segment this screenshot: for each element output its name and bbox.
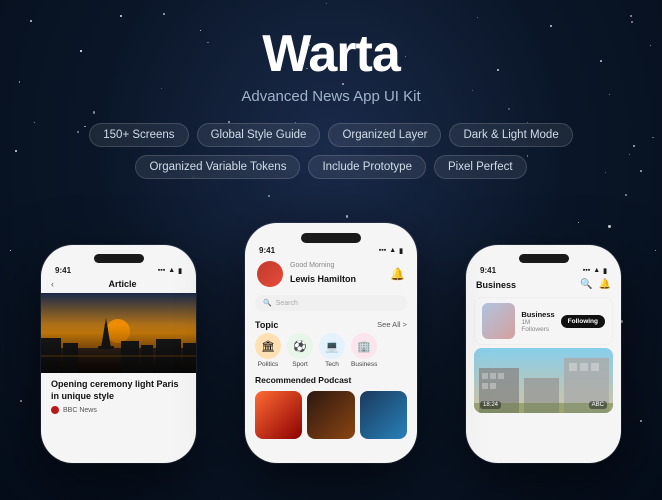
- phone-right: 9:41 ▪▪▪ ▲ ▮ Business 🔍 🔔: [466, 245, 621, 463]
- feature-badge: Organized Layer: [328, 123, 441, 147]
- see-all-link[interactable]: See All >: [377, 320, 407, 330]
- search-right-icon: 🔍: [580, 279, 592, 290]
- status-bar-left: 9:41 ▪▪▪ ▲ ▮: [41, 263, 196, 275]
- dynamic-island-center: [301, 233, 361, 243]
- time-left: 9:41: [55, 266, 71, 275]
- avatar: [257, 261, 283, 287]
- podcast-cards-row: [245, 387, 417, 443]
- phone-left: 9:41 ▪▪▪ ▲ ▮ ‹ Article: [41, 245, 196, 463]
- business-header: Business 🔍 🔔: [466, 275, 621, 294]
- phones-area: 9:41 ▪▪▪ ▲ ▮ ‹ Article: [0, 203, 662, 463]
- feature-badge: Dark & Light Mode: [449, 123, 572, 147]
- avatar-image: [257, 261, 283, 287]
- topic-label-business: Business: [351, 361, 377, 368]
- wifi-icon: ▲: [168, 267, 175, 274]
- signal-right-icon: ▪▪▪: [583, 267, 590, 274]
- topic-label-politics: Politics: [258, 361, 279, 368]
- podcast-card-3: [360, 391, 407, 439]
- time-center: 9:41: [259, 246, 275, 255]
- topic-icons-row: 🏛 Politics ⚽ Sport 💻 Tech 🏢 Business: [245, 333, 417, 373]
- signal-icon: ▪▪▪: [158, 267, 165, 274]
- feature-badge: 150+ Screens: [89, 123, 188, 147]
- article-headline: Opening ceremony light Paris in unique s…: [51, 379, 186, 402]
- article-image-overlay: [41, 293, 196, 373]
- topic-item-tech[interactable]: 💻 Tech: [319, 333, 345, 368]
- battery-right-icon: ▮: [603, 267, 607, 275]
- follow-button[interactable]: Following: [561, 315, 605, 328]
- search-bar[interactable]: 🔍 Search: [255, 295, 407, 311]
- news-source-badge: ABC: [589, 401, 607, 409]
- followers-count: 1M Followers: [521, 319, 554, 333]
- notification-bell-icon: 🔔: [390, 267, 405, 281]
- topic-label-tech: Tech: [325, 361, 339, 368]
- dynamic-island-left: [94, 254, 144, 263]
- search-placeholder: Search: [276, 300, 298, 307]
- business-name-label: Business: [521, 310, 554, 319]
- battery-center-icon: ▮: [399, 247, 403, 255]
- user-name-label: Lewis Hamilton: [290, 274, 356, 284]
- article-caption: Opening ceremony light Paris in unique s…: [41, 373, 196, 418]
- news-timestamp: 18:24: [480, 401, 501, 409]
- article-source: BBC News: [51, 406, 186, 414]
- article-header: ‹ Article: [41, 275, 196, 293]
- battery-icon: ▮: [178, 267, 182, 275]
- phone-right-screen: Business 🔍 🔔 Business 1M Followers Follo…: [466, 275, 621, 461]
- status-icons-center: ▪▪▪ ▲ ▮: [379, 247, 403, 255]
- wifi-center-icon: ▲: [389, 247, 396, 254]
- podcast-card-1: [255, 391, 302, 439]
- topic-label-sport: Sport: [292, 361, 308, 368]
- search-icon: 🔍: [263, 299, 272, 307]
- topic-item-sport[interactable]: ⚽ Sport: [287, 333, 313, 368]
- signal-center-icon: ▪▪▪: [379, 247, 386, 254]
- wifi-right-icon: ▲: [593, 267, 600, 274]
- greeting-section: Good Morning Lewis Hamilton 🔔: [245, 255, 417, 291]
- phone-center: 9:41 ▪▪▪ ▲ ▮ Good Morning Lewis Hamilton: [245, 223, 417, 463]
- article-image: [41, 293, 196, 373]
- feature-badge: Global Style Guide: [197, 123, 321, 147]
- topic-icon-politics: 🏛: [255, 333, 281, 359]
- main-content: Warta Advanced News App UI Kit 150+ Scre…: [0, 0, 662, 463]
- feature-badge: Organized Variable Tokens: [135, 155, 300, 179]
- topic-icon-tech: 💻: [319, 333, 345, 359]
- source-name-label: BBC News: [63, 407, 97, 414]
- topic-label: Topic: [255, 320, 278, 330]
- news-image-right: 18:24 ABC: [474, 348, 613, 413]
- time-right: 9:41: [480, 266, 496, 275]
- back-arrow-icon: ‹: [51, 279, 54, 289]
- topic-header: Topic See All >: [245, 315, 417, 333]
- business-section-label: Business: [476, 280, 516, 290]
- phone-center-screen: Good Morning Lewis Hamilton 🔔 🔍 Search T…: [245, 255, 417, 463]
- bell-right-icon: 🔔: [599, 279, 611, 290]
- feature-badge: Pixel Perfect: [434, 155, 527, 179]
- business-avatar: [482, 303, 515, 339]
- status-bar-right: 9:41 ▪▪▪ ▲ ▮: [466, 263, 621, 275]
- status-icons-right: ▪▪▪ ▲ ▮: [583, 267, 607, 275]
- topic-item-business[interactable]: 🏢 Business: [351, 333, 377, 368]
- dynamic-island-right: [519, 254, 569, 263]
- app-subtitle: Advanced News App UI Kit: [241, 88, 420, 105]
- bbc-logo-dot: [51, 406, 59, 414]
- status-icons-left: ▪▪▪ ▲ ▮: [158, 267, 182, 275]
- badges-container: 150+ Screens Global Style Guide Organized …: [56, 123, 606, 179]
- greeting-text-block: Good Morning Lewis Hamilton: [290, 262, 383, 287]
- greeting-label: Good Morning: [290, 262, 383, 269]
- header-action-icons: 🔍 🔔: [580, 279, 611, 290]
- article-section-label: Article: [59, 279, 186, 289]
- topic-icon-sport: ⚽: [287, 333, 313, 359]
- topic-item-politics[interactable]: 🏛 Politics: [255, 333, 281, 368]
- recommended-label: Recommended Podcast: [245, 373, 417, 387]
- feature-badge: Include Prototype: [308, 155, 426, 179]
- business-info: Business 1M Followers: [521, 310, 554, 333]
- podcast-card-2: [307, 391, 354, 439]
- topic-icon-business: 🏢: [351, 333, 377, 359]
- app-title: Warta: [262, 28, 400, 80]
- business-card: Business 1M Followers Following: [474, 297, 613, 345]
- status-bar-center: 9:41 ▪▪▪ ▲ ▮: [245, 243, 417, 255]
- phone-left-screen: ‹ Article: [41, 275, 196, 461]
